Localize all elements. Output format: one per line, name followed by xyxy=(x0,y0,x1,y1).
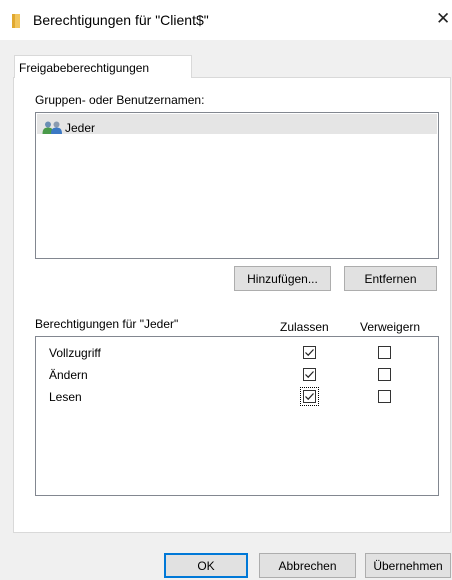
ok-button[interactable]: OK xyxy=(164,553,248,578)
add-button[interactable]: Hinzufügen... xyxy=(234,266,331,291)
apply-button[interactable]: Übernehmen xyxy=(365,553,451,578)
list-item-jeder[interactable] xyxy=(37,114,437,134)
groups-label: Gruppen- oder Benutzernamen: xyxy=(35,93,205,107)
deny-checkbox-vollzugriff[interactable] xyxy=(378,346,391,359)
users-icon xyxy=(42,121,62,134)
title-bar: Berechtigungen für "Client$" ✕ xyxy=(0,0,452,40)
close-icon[interactable]: ✕ xyxy=(436,10,450,27)
allow-column-header: Zulassen xyxy=(280,320,329,334)
allow-checkbox-aendern[interactable] xyxy=(303,368,316,381)
permission-name-vollzugriff: Vollzugriff xyxy=(49,346,101,360)
checkmark-icon xyxy=(305,371,314,379)
deny-checkbox-lesen[interactable] xyxy=(378,390,391,403)
allow-checkbox-lesen[interactable] xyxy=(300,387,319,406)
list-item-label: Jeder xyxy=(65,121,96,135)
window-title: Berechtigungen für "Client$" xyxy=(33,12,209,28)
cancel-button[interactable]: Abbrechen xyxy=(259,553,356,578)
permissions-label: Berechtigungen für "Jeder" xyxy=(35,317,179,331)
checkmark-icon xyxy=(305,393,314,401)
groups-listbox[interactable] xyxy=(35,112,439,259)
remove-button[interactable]: Entfernen xyxy=(344,266,437,291)
tab-freigabeberechtigungen[interactable]: Freigabeberechtigungen xyxy=(14,55,192,78)
permission-name-lesen: Lesen xyxy=(49,390,82,404)
tab-label: Freigabeberechtigungen xyxy=(19,61,150,75)
folder-icon xyxy=(12,14,20,28)
deny-checkbox-aendern[interactable] xyxy=(378,368,391,381)
permissions-list xyxy=(35,336,439,496)
checkmark-icon xyxy=(305,349,314,357)
allow-checkbox-vollzugriff[interactable] xyxy=(303,346,316,359)
deny-column-header: Verweigern xyxy=(360,320,421,334)
permission-name-aendern: Ändern xyxy=(49,368,88,382)
